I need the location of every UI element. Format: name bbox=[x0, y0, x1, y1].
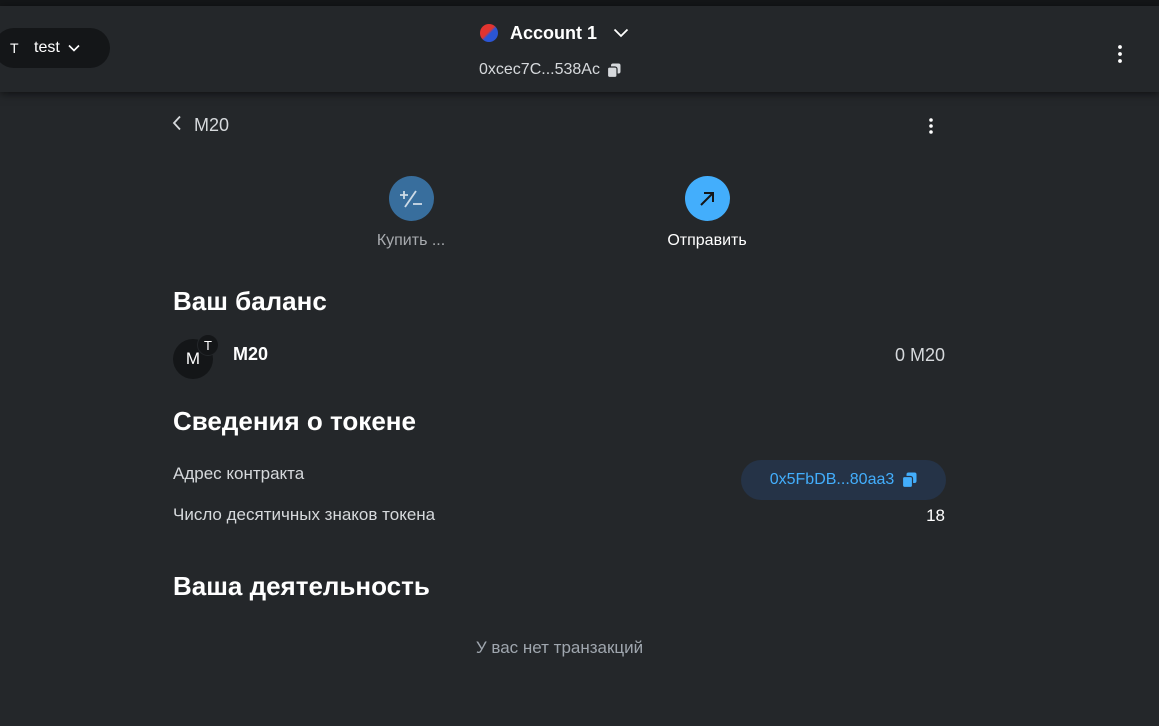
back-button[interactable]: M20 bbox=[172, 113, 229, 137]
decimals-value: 18 bbox=[926, 506, 945, 525]
token-balance: 0 M20 bbox=[894, 345, 945, 365]
account-address: 0xcec7C...538Ac bbox=[479, 61, 600, 78]
contract-address: 0x5FbDB...80aa3 bbox=[769, 471, 895, 488]
network-avatar: T bbox=[10, 40, 19, 56]
contract-address-copy-button[interactable]: 0x5FbDB...80aa3 bbox=[741, 460, 946, 500]
account-name: Account 1 bbox=[510, 22, 598, 43]
token-page-title: M20 bbox=[194, 114, 230, 135]
token-options-menu-icon[interactable] bbox=[921, 113, 941, 139]
network-picker[interactable]: T test bbox=[0, 28, 110, 68]
arrow-up-right-icon bbox=[684, 176, 730, 221]
account-avatar-icon bbox=[480, 24, 498, 42]
token-name: M20 bbox=[233, 344, 269, 364]
send-label: Отправить bbox=[667, 232, 747, 249]
chevron-left-icon bbox=[172, 115, 182, 136]
chevron-down-icon bbox=[613, 28, 629, 38]
copy-icon bbox=[902, 472, 917, 488]
contract-address-label: Адрес контракта bbox=[173, 464, 305, 483]
network-badge: T bbox=[197, 334, 219, 356]
activity-heading: Ваша деятельность bbox=[173, 571, 430, 601]
no-transactions-text: У вас нет транзакций bbox=[475, 638, 644, 657]
balance-heading: Ваш баланс bbox=[173, 286, 327, 316]
copy-icon bbox=[606, 63, 621, 78]
token-info-heading: Сведения о токене bbox=[173, 406, 416, 436]
chevron-down-icon bbox=[68, 44, 80, 52]
decimals-label: Число десятичных знаков токена bbox=[173, 505, 436, 524]
send-button[interactable]: Отправить bbox=[647, 176, 767, 250]
network-name: test bbox=[34, 39, 60, 56]
app-header: T test Account 1 0xcec7C...538Ac bbox=[0, 6, 1159, 92]
buy-sell-icon bbox=[388, 176, 434, 221]
account-picker[interactable]: Account 1 bbox=[480, 22, 629, 44]
buy-sell-label: Купить ... bbox=[376, 232, 446, 249]
account-options-menu-icon[interactable] bbox=[1110, 40, 1130, 68]
buy-sell-button[interactable]: Купить ... bbox=[351, 176, 471, 250]
account-address-copy[interactable]: 0xcec7C...538Ac bbox=[479, 60, 621, 80]
